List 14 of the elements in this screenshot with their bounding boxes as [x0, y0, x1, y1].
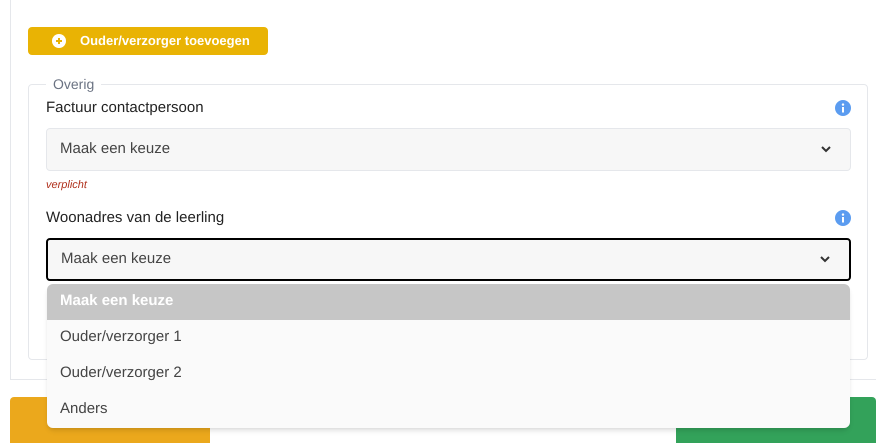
- dropdown-option[interactable]: Anders: [47, 392, 850, 428]
- fieldset-legend: Overig: [46, 74, 102, 95]
- chevron-down-icon: [820, 145, 832, 153]
- select-field[interactable]: Maak een keuze: [46, 128, 851, 170]
- plus-circle-icon: [52, 34, 66, 48]
- dropdown-option[interactable]: Ouder/verzorger 2: [47, 356, 850, 392]
- field-label: Woonadres van de leerling: [46, 208, 224, 228]
- dropdown-option[interactable]: Ouder/verzorger 1: [47, 320, 850, 356]
- chevron-down-icon: [819, 255, 831, 263]
- required-message: verplicht: [46, 178, 88, 192]
- info-icon: [835, 210, 851, 226]
- info-icon: [835, 100, 851, 116]
- select-field[interactable]: Maak een keuze: [46, 238, 851, 280]
- field-label: Factuur contactpersoon: [46, 98, 204, 118]
